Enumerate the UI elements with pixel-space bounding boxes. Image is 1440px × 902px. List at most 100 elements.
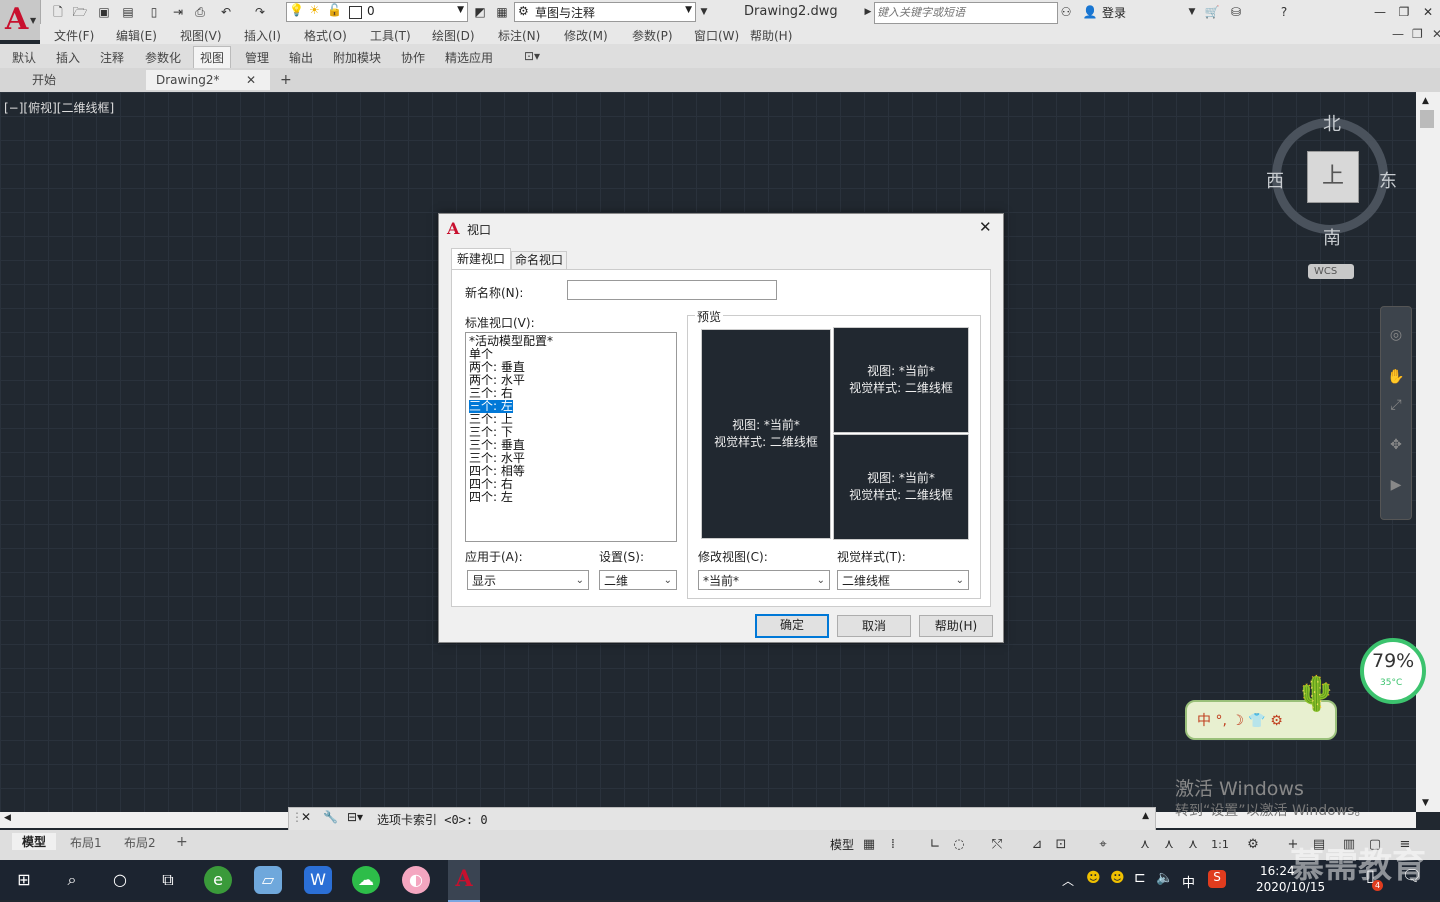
workspace-dropdown[interactable]: ⚙ 草图与注释 ▼: [514, 2, 696, 22]
volume-icon[interactable]: 🔈: [1156, 870, 1173, 886]
menu-insert[interactable]: 插入(I): [244, 27, 281, 44]
ime-toolbar[interactable]: 中 °, ☽ 👕 ⚙ 🌵: [1185, 674, 1337, 740]
tray-expand-icon[interactable]: ︿: [1062, 872, 1074, 889]
performance-gauge[interactable]: 79% 35°C: [1360, 638, 1426, 704]
viewcube-top-face[interactable]: 上: [1307, 151, 1359, 203]
menu-help[interactable]: 帮助(H): [750, 27, 792, 44]
layer-properties-icon[interactable]: ▦: [494, 4, 510, 20]
menu-parametric[interactable]: 参数(P): [632, 27, 673, 44]
close-icon[interactable]: ✕: [301, 810, 311, 824]
tab-layout2[interactable]: 布局2: [124, 834, 156, 851]
tab-layout1[interactable]: 布局1: [70, 834, 102, 851]
search-input[interactable]: [874, 2, 1058, 24]
add-tab-icon[interactable]: +: [280, 70, 292, 90]
annotation-scale-icon[interactable]: ⋏: [1160, 836, 1178, 854]
change-view-select[interactable]: *当前* ⌄: [698, 570, 830, 590]
save-as-icon[interactable]: ▤: [120, 4, 136, 20]
export-icon[interactable]: ⇥: [170, 4, 186, 20]
autocad-taskbar-icon[interactable]: A: [448, 860, 480, 902]
ribbon-tab-output[interactable]: 输出: [289, 49, 313, 66]
command-prompt-icon[interactable]: ⊟▾: [347, 810, 363, 824]
apply-to-select[interactable]: 显示 ⌄: [467, 570, 589, 590]
browser-icon[interactable]: e: [204, 866, 232, 894]
menu-format[interactable]: 格式(O): [304, 27, 347, 44]
menu-view[interactable]: 视图(V): [180, 27, 222, 44]
help-icon[interactable]: ?: [1276, 4, 1292, 20]
autodesk-app-icon[interactable]: ⛁: [1228, 4, 1244, 20]
qq2-icon[interactable]: ☻: [1110, 870, 1125, 886]
preview-pane-top-right[interactable]: 视图: *当前* 视觉样式: 二维线框: [833, 327, 969, 433]
gear-icon[interactable]: ⚙: [1244, 836, 1262, 854]
ribbon-tab-insert[interactable]: 插入: [56, 49, 80, 66]
ok-button[interactable]: 确定: [755, 614, 829, 638]
snap-icon[interactable]: ⁞: [884, 836, 902, 854]
showmotion-icon[interactable]: ▶: [1387, 477, 1405, 495]
ribbon-tab-annotate[interactable]: 注释: [100, 49, 124, 66]
compass-south[interactable]: 南: [1323, 224, 1341, 250]
compass-east[interactable]: 东: [1379, 167, 1397, 193]
new-file-icon[interactable]: 🗋: [50, 4, 66, 20]
qq-icon[interactable]: ☻: [1086, 870, 1101, 886]
compass-west[interactable]: 西: [1266, 167, 1284, 193]
ribbon-tab-view[interactable]: 视图: [193, 46, 232, 68]
help-button[interactable]: 帮助(H): [919, 615, 993, 637]
menu-modify[interactable]: 修改(M): [564, 27, 608, 44]
tab-model[interactable]: 模型: [12, 833, 57, 850]
doc-close-icon[interactable]: ✕: [1432, 27, 1440, 41]
ribbon-tab-featured[interactable]: 精选应用: [445, 49, 493, 66]
customize-qa-icon[interactable]: ▼: [696, 4, 712, 20]
steering-wheel-icon[interactable]: ◎: [1387, 327, 1405, 345]
ribbon-tab-parametric[interactable]: 参数化: [145, 49, 181, 66]
close-icon[interactable]: ✕: [246, 70, 256, 90]
pan-hand-icon[interactable]: ✋: [1387, 369, 1405, 387]
scroll-left-icon[interactable]: ◀: [4, 813, 11, 823]
orbit-icon[interactable]: ✥: [1387, 437, 1405, 455]
user-icon[interactable]: 👤: [1082, 4, 1098, 20]
annotation-icon[interactable]: ⋏: [1136, 836, 1154, 854]
preview-pane-left[interactable]: 视图: *当前* 视觉样式: 二维线框: [701, 329, 831, 539]
doc-restore-icon[interactable]: ❐: [1412, 27, 1423, 41]
share-icon[interactable]: ▯: [146, 4, 162, 20]
compass-north[interactable]: 北: [1323, 110, 1341, 136]
scroll-down-icon[interactable]: ▼: [1422, 798, 1429, 808]
ribbon-tab-manage[interactable]: 管理: [245, 49, 269, 66]
wrench-icon[interactable]: 🔧: [323, 810, 338, 824]
tab-drawing2[interactable]: Drawing2* ✕: [146, 70, 270, 90]
ribbon-tab-addins[interactable]: 附加模块: [333, 49, 381, 66]
history-up-icon[interactable]: ▲: [1142, 811, 1149, 821]
sogou-icon[interactable]: S: [1208, 870, 1226, 888]
grid-icon[interactable]: ▦: [860, 836, 878, 854]
lineweight-icon[interactable]: ⌖: [1094, 836, 1112, 854]
ribbon-toggle-icon[interactable]: ⊡▾: [524, 49, 540, 63]
tab-new-viewports[interactable]: 新建视口: [451, 248, 511, 269]
ribbon-tab-collaborate[interactable]: 协作: [401, 49, 425, 66]
ribbon-tab-default[interactable]: 默认: [12, 49, 36, 66]
menu-tools[interactable]: 工具(T): [370, 27, 411, 44]
menu-draw[interactable]: 绘图(D): [432, 27, 475, 44]
polar-icon[interactable]: ◌: [950, 836, 968, 854]
ime-lang[interactable]: 中: [1182, 872, 1195, 891]
menu-edit[interactable]: 编辑(E): [116, 27, 157, 44]
app-menu-button[interactable]: A ▼: [0, 0, 41, 40]
network-icon[interactable]: ⊏: [1134, 870, 1146, 886]
menu-dimension[interactable]: 标注(N): [498, 27, 540, 44]
print-icon[interactable]: ⎙: [192, 4, 208, 20]
object-snap-icon[interactable]: ⊿: [1028, 836, 1046, 854]
zoom-extents-icon[interactable]: ⤢: [1387, 397, 1405, 415]
vertical-scrollbar[interactable]: ▲ ▼: [1416, 92, 1440, 812]
wechat-icon[interactable]: ☁: [352, 866, 380, 894]
menu-file[interactable]: 文件(F): [54, 27, 94, 44]
wps-icon[interactable]: W: [304, 866, 332, 894]
viewport-label[interactable]: [−][俯视][二维线框]: [4, 99, 114, 116]
cart-icon[interactable]: 🛒: [1204, 4, 1220, 20]
cortana-icon[interactable]: ○: [106, 866, 134, 894]
restore-icon[interactable]: ❐: [1396, 4, 1412, 20]
command-line[interactable]: ⋮ ✕ 🔧 ⊟▾ 选项卡索引 <0>: 0 ▲: [288, 807, 1156, 831]
cancel-button[interactable]: 取消: [837, 615, 911, 637]
search-icon[interactable]: ⌕: [58, 866, 86, 894]
match-layer-icon[interactable]: ◩: [472, 4, 488, 20]
setup-select[interactable]: 二维 ⌄: [599, 570, 677, 590]
tab-start[interactable]: 开始: [8, 70, 144, 90]
ortho-icon[interactable]: ∟: [926, 836, 944, 854]
chevron-down-icon[interactable]: ▼: [1184, 4, 1200, 20]
